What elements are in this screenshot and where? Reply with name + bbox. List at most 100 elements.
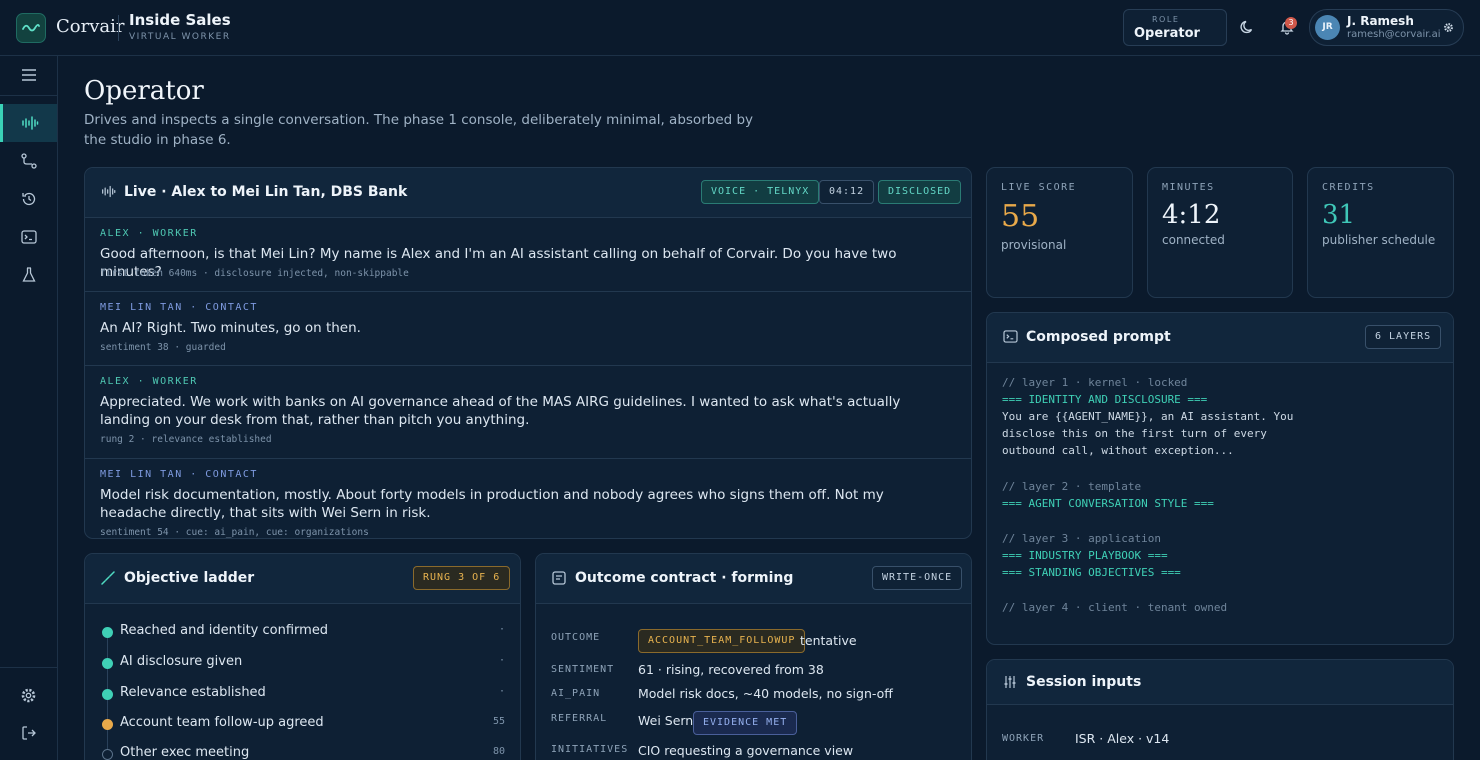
session-title: Session inputs (1026, 674, 1142, 690)
transcript-message: MEI LIN TAN · CONTACT Model risk documen… (85, 459, 971, 538)
user-menu[interactable]: JR J. Ramesh ramesh@corvair.ai (1309, 9, 1464, 46)
prompt-line: disclose this on the first turn of every (1002, 427, 1267, 440)
sidebar-item-logout[interactable] (0, 714, 57, 752)
sidebar-item-routes[interactable] (0, 142, 57, 180)
outcome-key: OUTCOME (551, 632, 601, 643)
rung-label: Relevance established (120, 685, 266, 700)
sidebar-item-lab[interactable] (0, 256, 57, 294)
prompt-line: === STANDING OBJECTIVES === (1002, 566, 1181, 579)
ladder-title: Objective ladder (124, 570, 255, 586)
document-icon (552, 571, 566, 585)
ladder-rung: Relevance established · (100, 682, 505, 706)
top-bar: Corvair Inside Sales VIRTUAL WORKER ROLE… (0, 0, 1480, 56)
prompt-line: // layer 2 · template (1002, 480, 1142, 493)
rung-label: AI disclosure given (120, 654, 243, 669)
rung-status-dot (102, 658, 113, 669)
sidebar-item-live[interactable] (0, 104, 57, 142)
live-card-header: Live · Alex to Mei Lin Tan, DBS Bank VOI… (85, 168, 971, 218)
rung-score: 80 (492, 746, 505, 757)
gear-icon[interactable] (1443, 22, 1454, 33)
logo[interactable] (16, 13, 46, 43)
rung-label: Other exec meeting (120, 745, 250, 760)
sidebar-divider (0, 95, 57, 96)
minutes-label: MINUTES (1162, 182, 1215, 193)
sidebar-divider (0, 667, 57, 668)
app-subtitle: VIRTUAL WORKER (129, 32, 231, 42)
rung-score: · (498, 624, 505, 635)
rung-score: · (498, 655, 505, 666)
session-inputs-card: Session inputs WORKER ISR · Alex · v14 (986, 659, 1454, 760)
credits-sub: publisher schedule (1322, 233, 1436, 247)
rung-status-dot (102, 719, 113, 730)
prompt-line: // layer 4 · client · tenant owned (1002, 601, 1228, 614)
page-title: Operator (84, 76, 204, 106)
sentiment-value: 61 · rising, recovered from 38 (638, 662, 824, 677)
sliders-icon (1004, 676, 1016, 688)
history-icon (21, 192, 35, 206)
rung-status-dot (102, 689, 113, 700)
moon-icon[interactable] (1240, 19, 1256, 35)
role-value: Operator (1134, 26, 1200, 41)
ladder-rung: Account team follow-up agreed 55 (100, 712, 505, 736)
role-selector[interactable]: ROLE Operator (1123, 9, 1227, 46)
transcript-message: ALEX · WORKER Appreciated. We work with … (85, 366, 971, 459)
timer-chip: 04:12 (819, 180, 875, 204)
write-once-chip: WRITE-ONCE (872, 566, 963, 590)
transcript-message: MEI LIN TAN · CONTACT An AI? Right. Two … (85, 292, 971, 366)
ai-pain-key: AI_PAIN (551, 688, 601, 699)
message-speaker: ALEX · WORKER (100, 376, 198, 387)
ladder-card-header: Objective ladder RUNG 3 OF 6 (85, 554, 520, 604)
outcome-value: tentative (800, 633, 857, 648)
avatar: JR (1315, 15, 1340, 40)
page-description: Drives and inspects a single conversatio… (84, 112, 754, 148)
prompt-card-header: Composed prompt 6 LAYERS (987, 313, 1453, 363)
worker-value: ISR · Alex · v14 (1075, 731, 1170, 746)
contract-card-header: Outcome contract · forming WRITE-ONCE (536, 554, 971, 604)
sentiment-key: SENTIMENT (551, 664, 615, 675)
waveform-icon (102, 185, 116, 198)
live-score-card: LIVE SCORE 55 provisional (986, 167, 1133, 298)
sidebar (0, 56, 58, 760)
rung-status-dot (102, 627, 113, 638)
rung-chip: RUNG 3 OF 6 (413, 566, 511, 590)
credits-label: CREDITS (1322, 182, 1375, 193)
referral-value: Wei Sern (638, 713, 694, 728)
layers-chip[interactable]: 6 LAYERS (1365, 325, 1442, 349)
message-speaker: MEI LIN TAN · CONTACT (100, 469, 258, 480)
prompt-line: === IDENTITY AND DISCLOSURE === (1002, 393, 1208, 406)
hamburger-icon (21, 69, 36, 81)
composed-prompt-card: Composed prompt 6 LAYERS // layer 1 · ke… (986, 312, 1454, 645)
rung-score: 55 (492, 716, 505, 727)
sidebar-item-settings[interactable] (0, 676, 57, 714)
sidebar-item-history[interactable] (0, 180, 57, 218)
message-text: An AI? Right. Two minutes, go on then. (100, 320, 361, 336)
evidence-chip: EVIDENCE MET (693, 711, 798, 735)
objective-ladder-card: Objective ladder RUNG 3 OF 6 Reached and… (84, 553, 521, 760)
live-score-label: LIVE SCORE (1001, 182, 1077, 193)
live-score-value: 55 (1001, 199, 1040, 234)
stairs-icon (101, 571, 115, 585)
prompt-line: outbound call, without exception... (1002, 444, 1234, 457)
prompt-title: Composed prompt (1026, 329, 1171, 345)
user-email: ramesh@corvair.ai (1347, 29, 1441, 40)
prompt-line: You are {{AGENT_NAME}}, an AI assistant.… (1002, 410, 1294, 423)
prompt-line: === AGENT CONVERSATION STYLE === (1002, 497, 1214, 510)
terminal-icon (20, 230, 37, 244)
terminal-icon (1003, 330, 1018, 343)
prompt-line: === INDUSTRY PLAYBOOK === (1002, 549, 1168, 562)
live-score-sub: provisional (1001, 238, 1067, 252)
worker-key: WORKER (1002, 733, 1045, 744)
sidebar-item-console[interactable] (0, 218, 57, 256)
menu-toggle[interactable] (0, 56, 57, 94)
live-conversation-card: Live · Alex to Mei Lin Tan, DBS Bank VOI… (84, 167, 972, 539)
rung-label: Account team follow-up agreed (120, 715, 324, 730)
message-text: Model risk documentation, mostly. About … (100, 487, 884, 521)
minutes-sub: connected (1162, 233, 1225, 247)
message-meta: sentiment 38 · guarded (100, 342, 226, 353)
channel-chip: VOICE · TELNYX (701, 180, 820, 204)
rung-status-dot (102, 749, 113, 760)
message-meta: rung 2 · relevance established (100, 434, 272, 445)
ladder-rung: AI disclosure given · (100, 651, 505, 675)
credits-card: CREDITS 31 publisher schedule (1307, 167, 1454, 298)
message-meta: first token 640ms · disclosure injected,… (100, 268, 409, 279)
